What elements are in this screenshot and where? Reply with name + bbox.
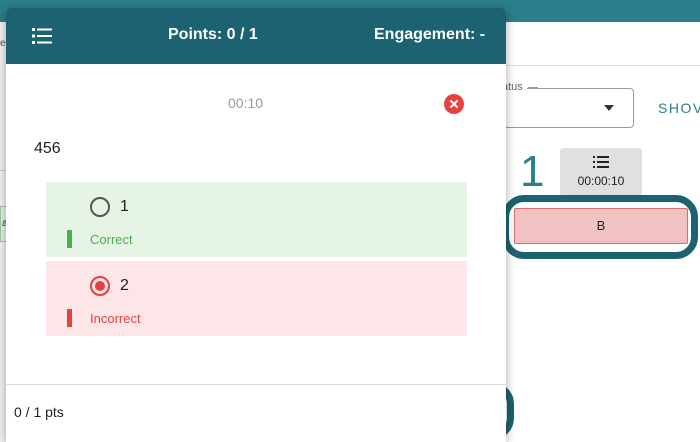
show-button[interactable]: SHOV bbox=[658, 100, 700, 116]
list-icon bbox=[593, 156, 609, 168]
close-icon[interactable] bbox=[444, 94, 464, 114]
radio-unchecked-icon[interactable] bbox=[90, 197, 110, 217]
feedback-text: Incorrect bbox=[90, 311, 141, 326]
question-modal: Points: 0 / 1 Engagement: - 00:10 456 1 … bbox=[6, 8, 506, 442]
menu-list-icon[interactable] bbox=[32, 28, 52, 44]
answer-b-cell[interactable]: B bbox=[514, 208, 688, 244]
time-tile[interactable]: 00:00:10 bbox=[560, 148, 642, 196]
option-label: 2 bbox=[120, 277, 129, 294]
modal-divider bbox=[6, 384, 506, 385]
engagement-summary: Engagement: - bbox=[374, 26, 486, 43]
status-outline-notch bbox=[528, 87, 538, 88]
feedback-text: Correct bbox=[90, 232, 133, 247]
chevron-down-icon[interactable] bbox=[604, 105, 614, 111]
modal-header: Points: 0 / 1 Engagement: - bbox=[6, 8, 506, 64]
question-timer: 00:10 bbox=[228, 95, 264, 111]
feedback-bar bbox=[67, 309, 72, 327]
tile-time: 00:00:10 bbox=[577, 174, 625, 188]
question-text: 456 bbox=[34, 140, 61, 157]
points-summary: Points: 0 / 1 bbox=[168, 26, 258, 43]
answer-option-1[interactable]: 1 Correct bbox=[46, 182, 467, 257]
radio-checked-icon[interactable] bbox=[90, 276, 110, 296]
answer-option-2[interactable]: 2 Incorrect bbox=[46, 261, 467, 336]
footer-points: 0 / 1 pts bbox=[14, 404, 64, 420]
step-marker-1: 1 bbox=[520, 147, 545, 196]
option-label: 1 bbox=[120, 198, 129, 215]
feedback-bar bbox=[67, 230, 72, 248]
left-fragment-text: e bbox=[0, 38, 6, 49]
